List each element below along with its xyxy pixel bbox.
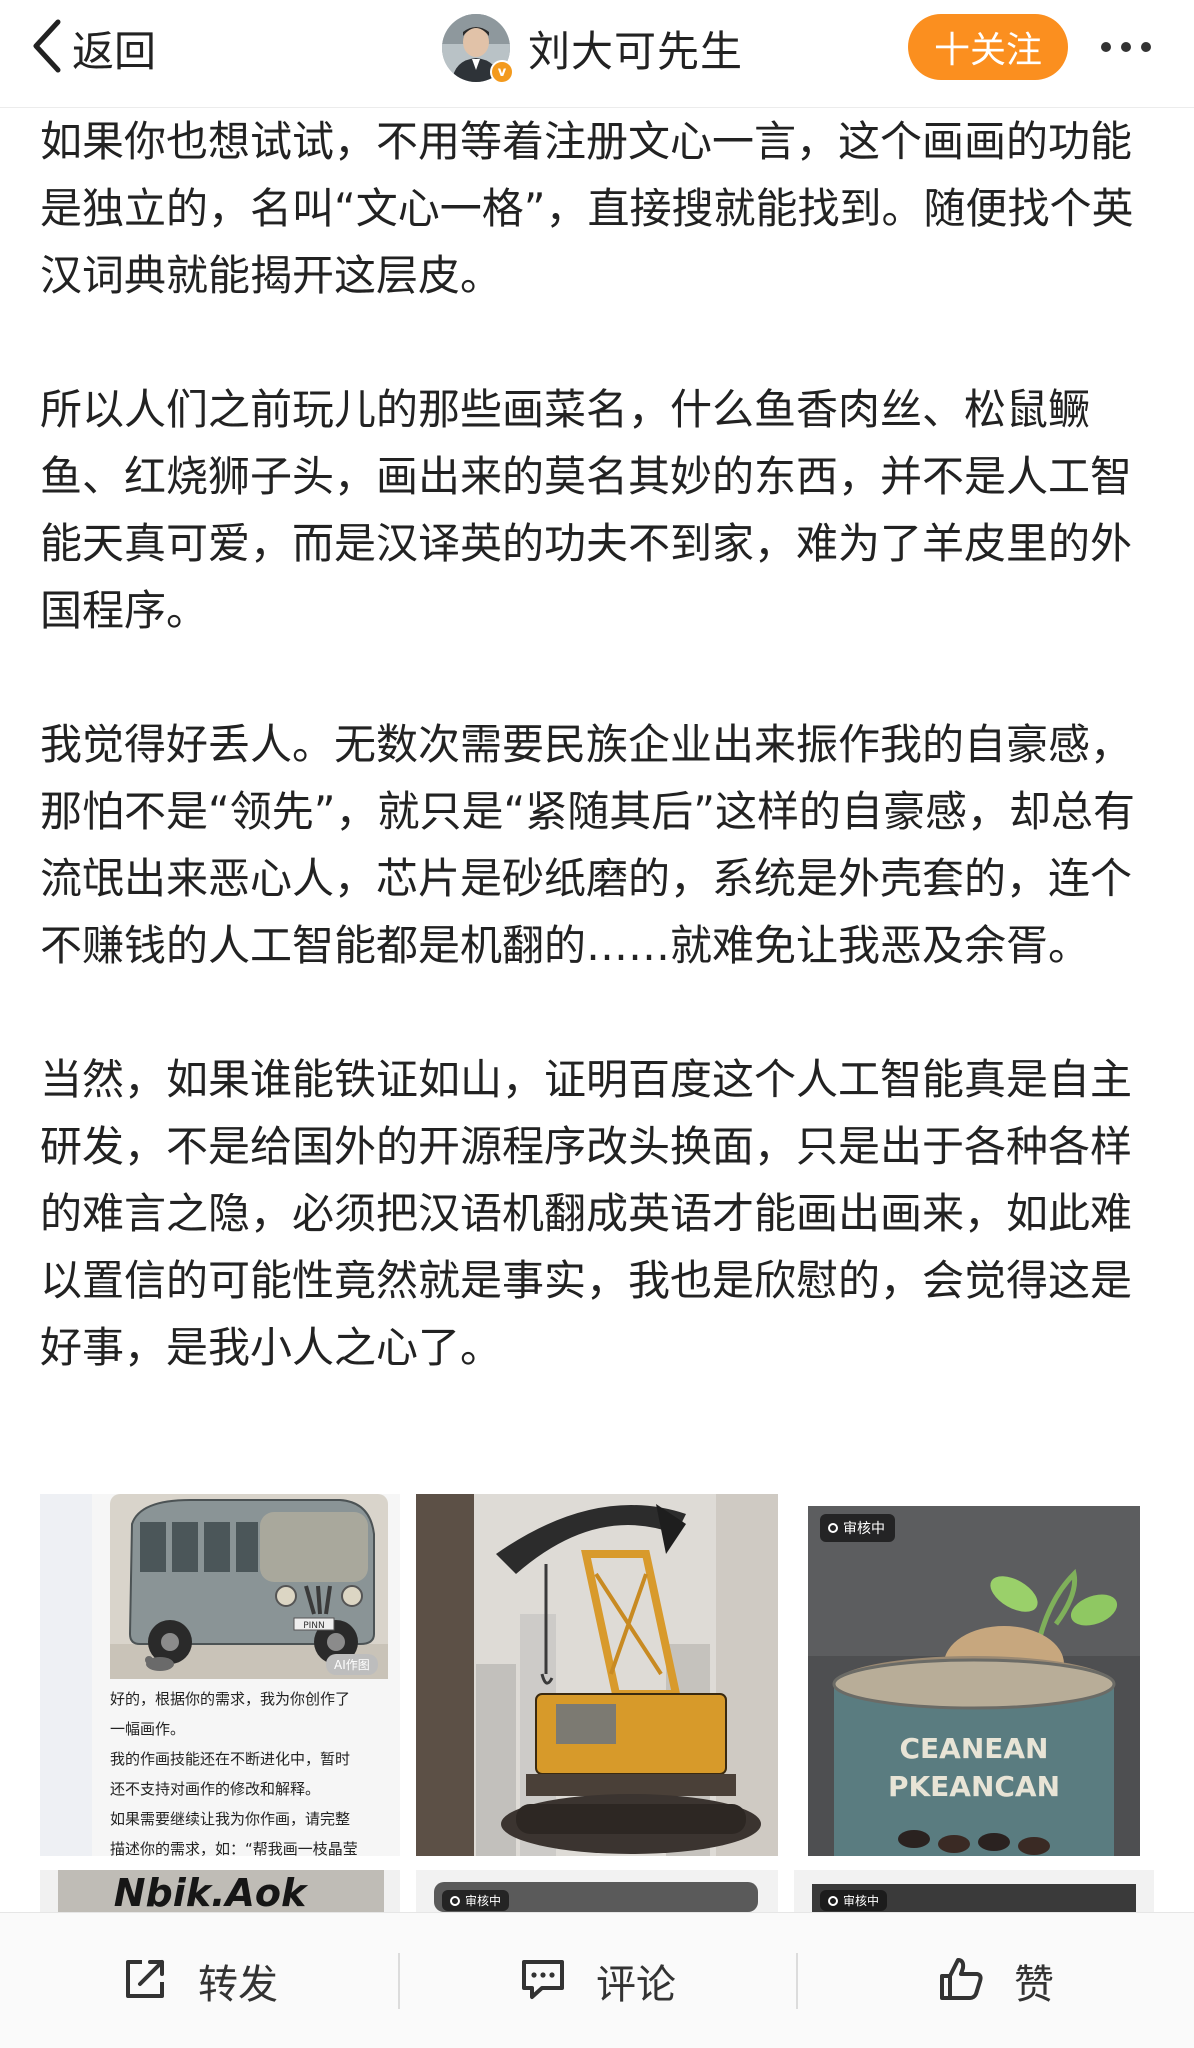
review-status-label: 审核中 [465, 1894, 502, 1908]
review-status-badge: 审核中 [442, 1890, 510, 1911]
ai-generated-tag: AI作图 [326, 1654, 378, 1675]
more-dots-icon[interactable] [1086, 22, 1166, 72]
bottom-action-bar: 转发 评论 赞 [0, 1912, 1194, 2048]
like-button[interactable]: 赞 [796, 1913, 1194, 2048]
chevron-left-icon [30, 18, 64, 78]
author-name[interactable]: 刘大可先生 [528, 18, 743, 79]
like-label: 赞 [1014, 1962, 1054, 2008]
follow-button[interactable]: 十关注 [908, 14, 1068, 80]
chat-line: 一幅画作。 [110, 1720, 186, 1738]
post-image-bus-chat[interactable]: PINN AI作图 好的，根据你的需求，我为你创作了 一幅画作。 我的作画技能还… [40, 1494, 400, 1856]
post-image-row2-right[interactable]: 审核中 [794, 1870, 1154, 1912]
post-paragraph: 所以人们之前玩儿的那些画菜名，什么鱼香肉丝、松鼠鳜鱼、红烧狮子头，画出来的莫名其… [40, 385, 1133, 635]
repost-icon [120, 1954, 170, 2008]
post-image-excavator[interactable] [416, 1494, 778, 1856]
bean-can-illustration: CEANEAN PKEANCAN [808, 1506, 1140, 1856]
review-status-label: 审核中 [843, 1894, 880, 1908]
can-label-line1: CEANEAN [899, 1732, 1048, 1765]
can-label-line2: PKEANCAN [888, 1770, 1060, 1803]
review-status-icon [450, 1895, 460, 1906]
thumbs-up-icon [936, 1954, 986, 2008]
post-paragraph: 如果你也想试试，不用等着注册文心一言，这个画画的功能是独立的，名叫“文心一格”，… [40, 117, 1134, 300]
post-content: 如果你也想试试，不用等着注册文心一言，这个画画的功能是独立的，名叫“文心一格”，… [40, 108, 1164, 1381]
dot [1141, 42, 1151, 52]
excavator-illustration [416, 1494, 778, 1856]
chat-reply-text: 好的，根据你的需求，我为你创作了 一幅画作。 我的作画技能还在不断进化中，暂时 … [110, 1684, 400, 1856]
verified-badge-icon: v [490, 60, 514, 84]
chat-line: 描述你的需求，如：“帮我画一枝晶莹 [110, 1840, 358, 1856]
calligraphy-illustration: Nbik.Aok [58, 1870, 384, 1912]
repost-button[interactable]: 转发 [0, 1913, 398, 2048]
back-button[interactable]: 返回 [30, 18, 156, 78]
review-status-badge: 审核中 [820, 1514, 895, 1542]
review-status-badge: 审核中 [820, 1890, 888, 1911]
author-info[interactable]: v 刘大可先生 [442, 12, 743, 84]
dot [1121, 42, 1131, 52]
top-nav-bar: 返回 v 刘大可先生 十关注 [0, 0, 1194, 108]
comment-button[interactable]: 评论 [398, 1913, 796, 2048]
back-label: 返回 [72, 26, 157, 76]
avatar[interactable]: v [442, 14, 514, 84]
post-image-bean-can[interactable]: CEANEAN PKEANCAN 审核中 [794, 1494, 1154, 1856]
post-paragraph: 当然，如果谁能铁证如山，证明百度这个人工智能真是自主研发，不是给国外的开源程序改… [40, 1055, 1133, 1372]
comment-icon [518, 1954, 568, 2008]
calligraphy-text: Nbik.Aok [114, 1871, 309, 1912]
post-image-calligraphy[interactable]: Nbik.Aok [40, 1870, 400, 1912]
post-paragraph: 我觉得好丢人。无数次需要民族企业出来振作我的自豪感，那怕不是“领先”，就只是“紧… [40, 720, 1136, 970]
review-status-icon [828, 1895, 838, 1906]
comment-label: 评论 [596, 1962, 676, 2008]
chat-line: 我的作画技能还在不断进化中，暂时 [110, 1750, 351, 1768]
dot [1101, 42, 1111, 52]
review-status-label: 审核中 [843, 1521, 885, 1537]
review-status-icon [828, 1523, 838, 1533]
post-image-row2-middle[interactable]: 审核中 [416, 1870, 778, 1912]
bus-plate: PINN [303, 1621, 325, 1631]
chat-line: 好的，根据你的需求，我为你创作了 [110, 1690, 351, 1708]
repost-label: 转发 [198, 1962, 278, 2008]
chat-line: 还不支持对画作的修改和解释。 [110, 1780, 321, 1798]
chat-line: 如果需要继续让我为你作画，请完整 [110, 1810, 351, 1828]
